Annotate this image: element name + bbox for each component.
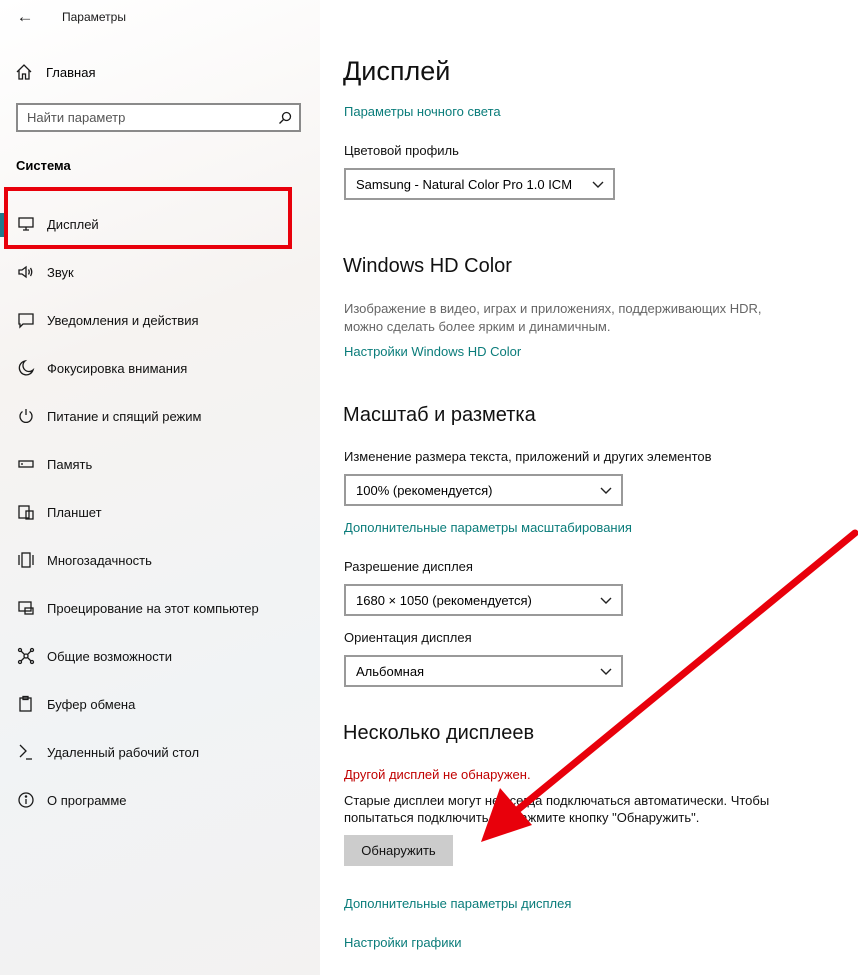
orientation-label: Ориентация дисплея [344, 630, 472, 645]
chevron-down-icon [591, 177, 605, 191]
advanced-scaling-link[interactable]: Дополнительные параметры масштабирования [344, 520, 632, 535]
notifications-icon [16, 310, 36, 330]
sidebar-item-label: Дисплей [47, 216, 99, 232]
back-arrow-icon[interactable]: ← [14, 6, 36, 28]
chevron-down-icon [599, 664, 613, 678]
multiple-displays-title: Несколько дисплеев [343, 722, 535, 744]
chevron-down-icon [599, 483, 613, 497]
hd-color-settings-link[interactable]: Настройки Windows HD Color [344, 344, 521, 359]
sidebar-item-projection[interactable]: Проецирование на этот компьютер [0, 584, 320, 632]
multiple-displays-text: Старые дисплеи могут не всегда подключат… [344, 793, 770, 825]
power-icon [16, 406, 36, 426]
tablet-icon [16, 502, 36, 522]
resolution-value: 1680 × 1050 (рекомендуется) [356, 592, 532, 608]
graphics-settings-link[interactable]: Настройки графики [344, 935, 461, 950]
sidebar-item-storage[interactable]: Память [0, 440, 320, 488]
color-profile-value: Samsung - Natural Color Pro 1.0 ICM [356, 176, 573, 192]
sidebar-item-about[interactable]: О программе [0, 776, 320, 824]
multitasking-icon [16, 550, 36, 570]
moon-icon [16, 358, 36, 378]
sidebar-nav: Дисплей Звук Уведомления и действия Фоку… [0, 200, 320, 824]
storage-icon [16, 454, 36, 474]
speaker-icon [16, 262, 36, 282]
sidebar-item-label: Проецирование на этот компьютер [47, 600, 259, 616]
sidebar-item-notifications[interactable]: Уведомления и действия [0, 296, 320, 344]
search-box[interactable] [16, 103, 301, 132]
section-title: Система [16, 158, 71, 173]
search-input[interactable] [18, 109, 275, 126]
sidebar: ← Параметры Главная Система Дисплей Звук [0, 0, 320, 975]
app-title: Параметры [62, 10, 126, 24]
clipboard-icon [16, 694, 36, 714]
sidebar-item-label: Фокусировка внимания [47, 360, 188, 376]
sidebar-item-label: Многозадачность [47, 552, 152, 568]
sidebar-item-remote-desktop[interactable]: Удаленный рабочий стол [0, 728, 320, 776]
resolution-dropdown[interactable]: 1680 × 1050 (рекомендуется) [344, 584, 623, 616]
sidebar-item-label: Общие возможности [47, 648, 173, 664]
no-display-warning: Другой дисплей не обнаружен. [344, 767, 531, 782]
resolution-label: Разрешение дисплея [344, 559, 473, 574]
page-title: Дисплей [343, 56, 451, 86]
sidebar-item-label: Уведомления и действия [47, 312, 199, 328]
sidebar-item-clipboard[interactable]: Буфер обмена [0, 680, 320, 728]
sidebar-item-tablet[interactable]: Планшет [0, 488, 320, 536]
sidebar-item-label: Звук [47, 264, 74, 280]
scale-value: 100% (рекомендуется) [356, 482, 493, 498]
sidebar-item-label: Питание и спящий режим [47, 408, 202, 424]
home-label: Главная [46, 64, 96, 80]
orientation-value: Альбомная [356, 663, 425, 679]
advanced-display-link[interactable]: Дополнительные параметры дисплея [344, 896, 571, 911]
sidebar-item-label: Буфер обмена [47, 696, 136, 712]
remote-desktop-icon [16, 742, 36, 762]
sidebar-item-label: Планшет [47, 504, 102, 520]
sidebar-item-label: Память [47, 456, 93, 472]
scale-size-label: Изменение размера текста, приложений и д… [344, 449, 712, 464]
shared-experiences-icon [16, 646, 36, 666]
sidebar-item-multitasking[interactable]: Многозадачность [0, 536, 320, 584]
color-profile-dropdown[interactable]: Samsung - Natural Color Pro 1.0 ICM [344, 168, 615, 200]
monitor-icon [16, 214, 36, 234]
info-icon [16, 790, 36, 810]
home-icon [14, 62, 34, 82]
sidebar-item-label: О программе [47, 792, 127, 808]
scale-dropdown[interactable]: 100% (рекомендуется) [344, 474, 623, 506]
color-profile-label: Цветовой профиль [344, 143, 459, 158]
detect-button[interactable]: Обнаружить [344, 835, 453, 866]
sidebar-item-power[interactable]: Питание и спящий режим [0, 392, 320, 440]
projection-icon [16, 598, 36, 618]
sidebar-item-sound[interactable]: Звук [0, 248, 320, 296]
night-light-link[interactable]: Параметры ночного света [344, 104, 501, 119]
scale-layout-title: Масштаб и разметка [343, 404, 536, 426]
sidebar-item-label: Удаленный рабочий стол [47, 744, 200, 760]
chevron-down-icon [599, 593, 613, 607]
sidebar-item-focus[interactable]: Фокусировка внимания [0, 344, 320, 392]
hd-color-title: Windows HD Color [343, 255, 512, 277]
orientation-dropdown[interactable]: Альбомная [344, 655, 623, 687]
home-link[interactable]: Главная [14, 62, 95, 82]
search-icon[interactable] [275, 108, 295, 128]
sidebar-item-shared-experiences[interactable]: Общие возможности [0, 632, 320, 680]
sidebar-item-display[interactable]: Дисплей [0, 200, 320, 248]
hd-color-description: Изображение в видео, играх и приложениях… [344, 301, 762, 334]
